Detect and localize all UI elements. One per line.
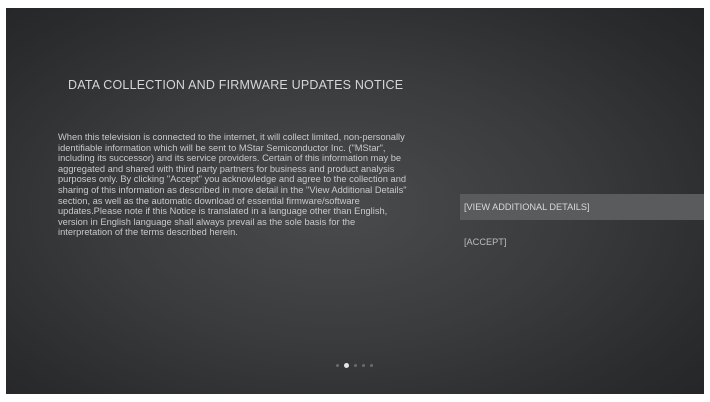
view-additional-details-button[interactable]: [VIEW ADDITIONAL DETAILS] xyxy=(460,194,704,220)
notice-title: DATA COLLECTION AND FIRMWARE UPDATES NOT… xyxy=(68,78,404,92)
page-dot-4 xyxy=(362,364,365,367)
page-dot-2 xyxy=(344,363,349,368)
accept-button[interactable]: [ACCEPT] xyxy=(460,229,704,255)
page-dot-3 xyxy=(354,364,357,367)
page-dot-1 xyxy=(336,364,339,367)
page-dot-5 xyxy=(370,364,373,367)
page-indicator xyxy=(336,363,373,368)
tv-screen: DATA COLLECTION AND FIRMWARE UPDATES NOT… xyxy=(6,8,704,394)
notice-body-text: When this television is connected to the… xyxy=(58,132,407,238)
